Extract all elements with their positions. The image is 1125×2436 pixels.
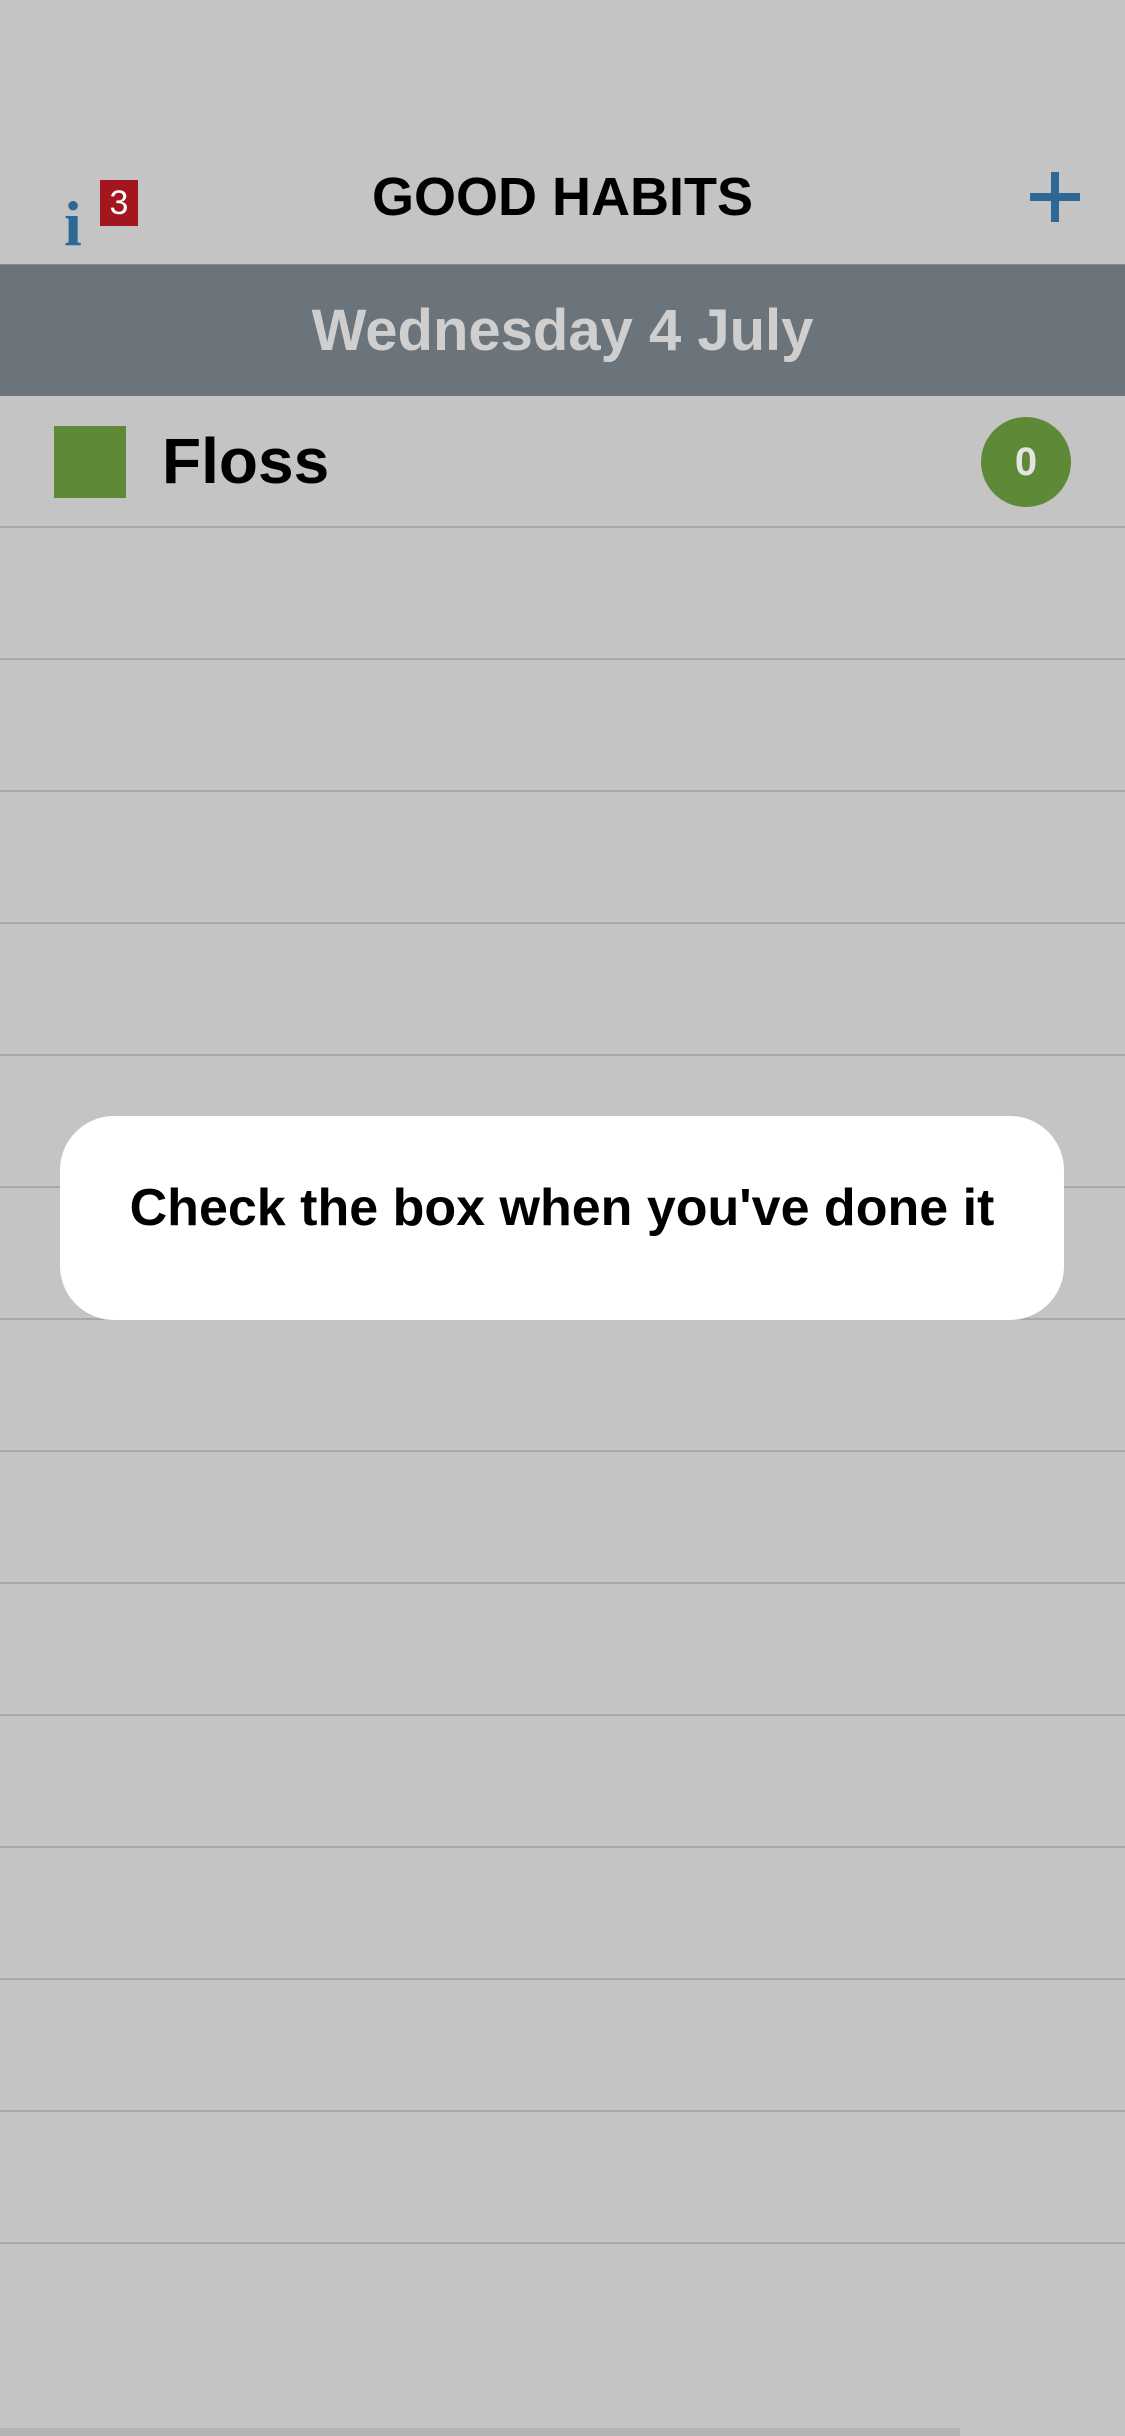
home-indicator	[0, 2428, 960, 2436]
empty-row	[0, 1848, 1125, 1980]
empty-row	[0, 1980, 1125, 2112]
empty-row	[0, 1452, 1125, 1584]
habit-checkbox[interactable]	[54, 426, 126, 498]
nav-bar: i 3 GOOD HABITS	[0, 132, 1125, 264]
empty-row	[0, 528, 1125, 660]
empty-row	[0, 660, 1125, 792]
habit-name: Floss	[162, 425, 330, 497]
empty-row	[0, 924, 1125, 1056]
habit-list: Floss 0	[0, 396, 1125, 2244]
info-icon: i	[64, 188, 82, 259]
notification-badge: 3	[100, 180, 138, 226]
empty-row	[0, 1584, 1125, 1716]
empty-row	[0, 792, 1125, 924]
empty-row	[0, 2112, 1125, 2244]
hint-toast-message: Check the box when you've done it	[129, 1179, 995, 1237]
empty-row	[0, 1320, 1125, 1452]
add-habit-button[interactable]	[1030, 172, 1080, 222]
page-title: GOOD HABITS	[371, 167, 753, 227]
date-label: Wednesday 4 July	[311, 298, 814, 363]
screen: i 3 GOOD HABITS Wednesday 4 July Floss 0…	[0, 0, 1125, 2436]
status-bar	[0, 0, 1125, 132]
plus-icon-vertical	[1051, 172, 1059, 222]
streak-count-badge: 0	[981, 417, 1071, 507]
date-header: Wednesday 4 July	[0, 264, 1125, 396]
habit-row[interactable]: Floss 0	[0, 396, 1125, 528]
hint-toast: Check the box when you've done it	[60, 1116, 1064, 1320]
info-button[interactable]: i 3	[48, 162, 148, 256]
empty-row	[0, 1716, 1125, 1848]
